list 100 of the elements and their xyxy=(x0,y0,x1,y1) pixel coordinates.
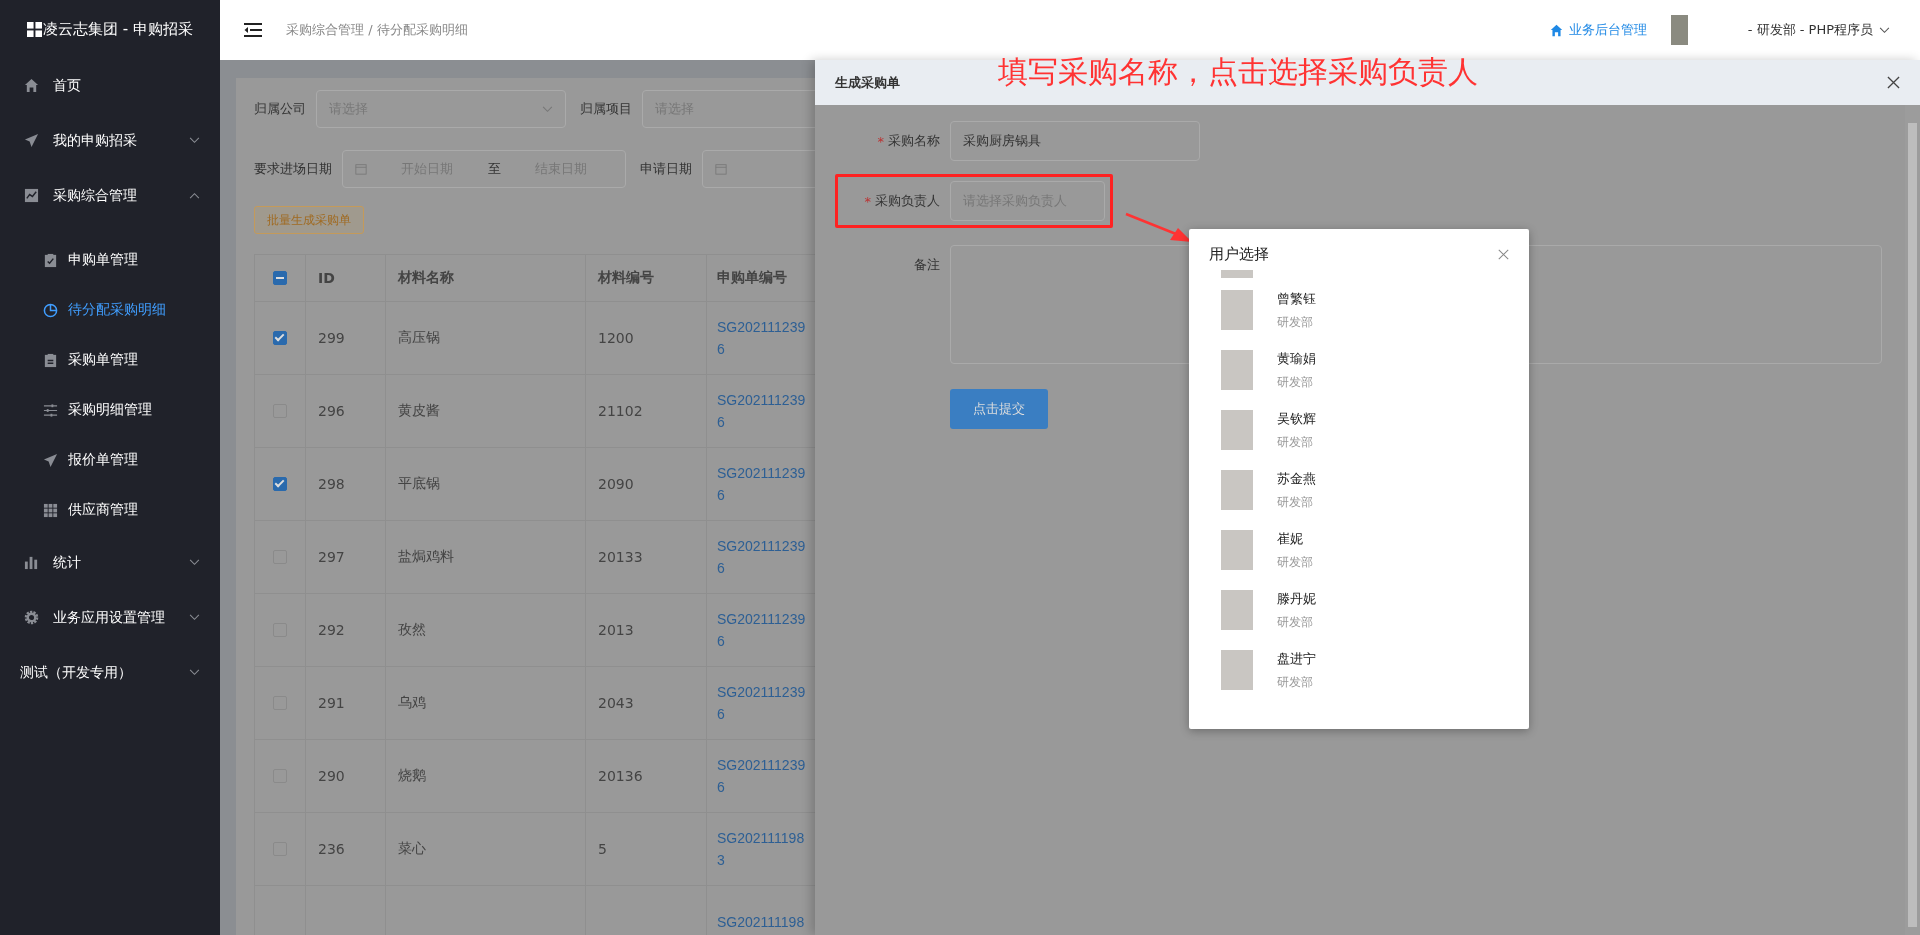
table-cell: 296 xyxy=(318,403,345,419)
user-name: 盘进宁 xyxy=(1277,649,1316,668)
menu-item[interactable]: 测试（开发专用） xyxy=(0,645,220,700)
sliders-icon xyxy=(43,402,58,418)
menu-item[interactable]: 我的申购招采 xyxy=(0,113,220,168)
filter-label: 归属项目 xyxy=(580,100,632,118)
row-checkbox[interactable] xyxy=(273,477,287,491)
chevron-down-icon[interactable] xyxy=(1879,26,1890,34)
submenu-item[interactable]: 报价单管理 xyxy=(0,435,220,485)
breadcrumb: 采购综合管理 / 待分配采购明细 xyxy=(286,21,468,39)
photo-placeholder xyxy=(1221,650,1253,690)
column-header: 申购单编号 xyxy=(717,269,787,287)
grid-icon xyxy=(43,502,58,518)
user-list-item[interactable]: 黄瑜娟 研发部 xyxy=(1189,340,1529,400)
user-name: 吴钦辉 xyxy=(1277,409,1316,428)
user-list-item[interactable]: 崔妮 研发部 xyxy=(1189,520,1529,580)
table-cell: 236 xyxy=(318,841,345,857)
table-cell: 平底锅 xyxy=(398,475,440,493)
row-checkbox[interactable] xyxy=(273,331,287,345)
table-cell: 292 xyxy=(318,622,345,638)
menu-item[interactable]: 首页 xyxy=(0,58,220,113)
table-cell: 290 xyxy=(318,768,345,784)
gear-icon xyxy=(24,610,39,625)
photo-placeholder xyxy=(1221,530,1253,570)
user-list-item[interactable]: 盘进宁 研发部 xyxy=(1189,640,1529,700)
drawer-title: 生成采购单 xyxy=(835,73,900,92)
filter-label: 归属公司 xyxy=(254,100,306,118)
submenu-item[interactable]: 待分配采购明细 xyxy=(0,285,220,335)
user-name: 苏金燕 xyxy=(1277,469,1316,488)
home-icon xyxy=(24,78,39,93)
submenu-item[interactable]: 申购单管理 xyxy=(0,235,220,285)
home-icon xyxy=(1549,23,1563,37)
menu-fold-icon[interactable] xyxy=(244,23,262,37)
grid-logo-icon xyxy=(27,21,42,37)
table-cell: 21102 xyxy=(598,403,643,419)
table-cell: 菜心 xyxy=(398,840,426,858)
user-name: 滕丹妮 xyxy=(1277,589,1316,608)
user-list-item[interactable]: 曾繁钰 研发部 xyxy=(1189,280,1529,340)
column-header: ID xyxy=(318,270,335,286)
annotation-text: 填写采购名称，点击选择采购负责人 xyxy=(998,53,1478,91)
table-cell: 291 xyxy=(318,695,345,711)
select-all-checkbox[interactable] xyxy=(273,271,287,285)
table-cell: 乌鸡 xyxy=(398,694,426,712)
dialog-title: 用户选择 xyxy=(1209,245,1269,264)
user-department: 研发部 xyxy=(1277,553,1313,571)
paper-plane-icon xyxy=(43,452,58,468)
table-cell: 孜然 xyxy=(398,621,426,639)
table-cell: 20133 xyxy=(598,549,643,565)
table-cell: 5 xyxy=(598,841,607,857)
user-list-item[interactable]: 吴钦辉 研发部 xyxy=(1189,400,1529,460)
table-cell: 盐焗鸡料 xyxy=(398,548,454,566)
photo-placeholder xyxy=(1221,350,1253,390)
close-icon[interactable] xyxy=(1887,76,1900,89)
bar-chart-icon xyxy=(24,555,39,570)
column-header: 材料编号 xyxy=(598,269,654,287)
user-name: 崔妮 xyxy=(1277,529,1304,548)
table-cell: 297 xyxy=(318,549,345,565)
photo-placeholder xyxy=(1221,270,1253,278)
user-department: 研发部 xyxy=(1277,613,1314,631)
user-list-item[interactable]: 苏金燕 研发部 xyxy=(1189,460,1529,520)
menu-item[interactable]: 采购综合管理 xyxy=(0,168,220,223)
form-label: 采购负责人 xyxy=(875,192,940,210)
photo-placeholder xyxy=(1221,410,1253,450)
app-title: 凌云志集团 - 申购招采 xyxy=(43,19,193,39)
pie-chart-icon xyxy=(43,302,58,318)
table-cell: 2043 xyxy=(598,695,634,711)
table-cell: 1200 xyxy=(598,330,634,346)
submenu-item[interactable]: 采购单管理 xyxy=(0,335,220,385)
table-cell: 299 xyxy=(318,330,345,346)
photo-placeholder xyxy=(1221,470,1253,510)
user-name: 黄瑜娟 xyxy=(1277,349,1316,368)
clipboard-icon xyxy=(43,352,58,368)
menu-item[interactable]: 统计 xyxy=(0,535,220,590)
user-avatar[interactable] xyxy=(1670,15,1688,45)
table-cell: 烧鹅 xyxy=(398,767,426,785)
photo-placeholder xyxy=(1221,590,1253,630)
user-role[interactable]: - 研发部 - PHP程序员 xyxy=(1747,21,1873,39)
admin-link[interactable]: 业务后台管理 xyxy=(1549,21,1647,39)
submenu-item[interactable]: 采购明细管理 xyxy=(0,385,220,435)
user-department: 研发部 xyxy=(1277,673,1314,691)
table-cell: 298 xyxy=(318,476,345,492)
line-chart-icon xyxy=(24,188,39,203)
form-label: 备注 xyxy=(914,256,940,274)
submenu-item[interactable]: 供应商管理 xyxy=(0,485,220,535)
form-label: 采购名称 xyxy=(888,132,940,150)
menu-item[interactable]: 业务应用设置管理 xyxy=(0,590,220,645)
table-cell: 20136 xyxy=(598,768,643,784)
clipboard-check-icon xyxy=(43,252,58,268)
user-department: 研发部 xyxy=(1277,433,1314,451)
user-name: 曾繁钰 xyxy=(1277,289,1316,308)
chevron-down-icon xyxy=(542,105,553,113)
input-field[interactable]: 采购厨房锅具 xyxy=(950,121,1200,161)
user-list-item[interactable]: 滕丹妮 研发部 xyxy=(1189,580,1529,640)
user-department: 研发部 xyxy=(1277,493,1314,511)
table-cell: 2090 xyxy=(598,476,634,492)
table-cell: 2013 xyxy=(598,622,634,638)
calendar-icon xyxy=(715,163,727,175)
table-cell: 高压锅 xyxy=(398,329,440,347)
required-mark: * xyxy=(864,193,871,209)
user-department: 研发部 xyxy=(1277,313,1314,331)
